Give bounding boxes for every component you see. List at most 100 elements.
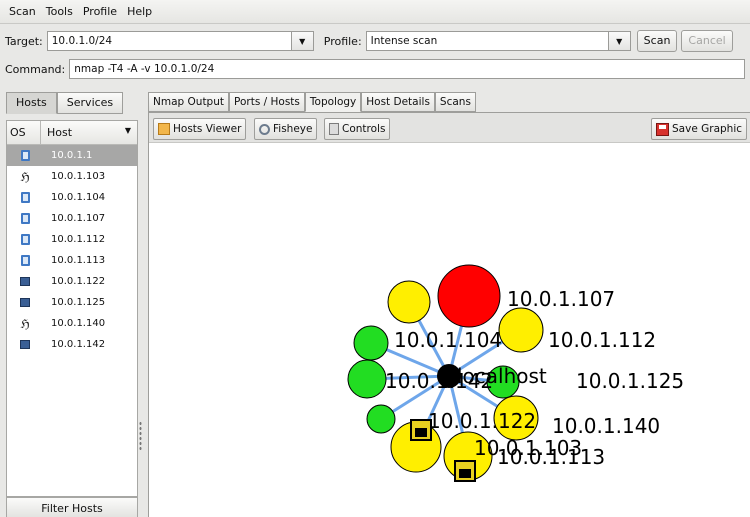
hosts-viewer-button[interactable]: Hosts Viewer: [153, 118, 247, 140]
menu-bar: Scan Tools Profile Help: [0, 0, 750, 24]
os-cell: [7, 192, 43, 203]
controls-icon: [329, 123, 339, 135]
host-row[interactable]: 10.0.1.112: [7, 229, 137, 250]
os-cell: ℌ: [7, 171, 43, 183]
pane-resize-grip[interactable]: [139, 421, 142, 451]
host-row[interactable]: 10.0.1.1: [7, 145, 137, 166]
host-list: OS Host ▼ 10.0.1.1 ℌ 10.0.1.103 10.0.1.104 10…: [6, 120, 138, 497]
filter-hosts-button[interactable]: Filter Hosts: [6, 497, 138, 517]
target-label: Target:: [5, 34, 43, 48]
topology-panel: Hosts Viewer Fisheye Controls Save Graph…: [148, 112, 750, 517]
menu-help[interactable]: Help: [122, 5, 157, 18]
mac-os-icon: [20, 213, 30, 224]
node-label: 10.0.1.107: [507, 287, 615, 311]
host-list-header: OS Host ▼: [7, 121, 137, 145]
host-name: 10.0.1.104: [51, 192, 106, 203]
host-name: 10.0.1.107: [51, 213, 106, 224]
profile-select[interactable]: Intense scan: [365, 31, 609, 51]
host-node[interactable]: [498, 307, 544, 353]
magnifier-icon: [259, 123, 270, 135]
tab-hosts[interactable]: Hosts: [6, 92, 57, 114]
linux-tux-icon: ℌ: [20, 316, 30, 331]
profile-label: Profile:: [323, 34, 362, 48]
os-cell: [7, 150, 43, 161]
cancel-button[interactable]: Cancel: [681, 30, 733, 52]
host-row[interactable]: 10.0.1.122: [7, 271, 137, 292]
hosts-viewer-icon: [158, 123, 170, 135]
node-label: 10.0.1.122: [428, 409, 536, 433]
host-row[interactable]: 10.0.1.104: [7, 187, 137, 208]
hosts-panel: Hosts Services OS Host ▼ 10.0.1.1 ℌ 10.0.1.…: [0, 86, 142, 517]
host-name: 10.0.1.125: [51, 297, 106, 308]
node-label: 10.0.1.140: [552, 414, 660, 438]
main-tabs: Nmap Output Ports / Hosts Topology Host …: [148, 92, 476, 112]
command-label: Command:: [5, 62, 66, 76]
target-dropdown-button[interactable]: ▼: [291, 31, 314, 51]
hosts-viewer-label: Hosts Viewer: [173, 123, 242, 135]
os-cell: [7, 298, 43, 307]
menu-tools[interactable]: Tools: [41, 5, 78, 18]
os-cell: [7, 213, 43, 224]
controls-button[interactable]: Controls: [324, 118, 391, 140]
tab-host-details[interactable]: Host Details: [361, 92, 435, 112]
node-label: 10.0.1.104: [394, 328, 502, 352]
column-os[interactable]: OS: [7, 121, 41, 144]
node-label: 10.0.1.112: [548, 328, 656, 352]
host-row[interactable]: ℌ 10.0.1.103: [7, 166, 137, 187]
tab-services[interactable]: Services: [56, 92, 124, 114]
tab-scans[interactable]: Scans: [434, 92, 476, 112]
windows-icon: [20, 277, 30, 286]
topology-toolbar: Hosts Viewer Fisheye Controls Save Graph…: [149, 113, 750, 143]
host-name: 10.0.1.122: [51, 276, 106, 287]
host-name: 10.0.1.1: [51, 150, 93, 161]
target-input[interactable]: 10.0.1.0/24: [46, 31, 292, 51]
host-row[interactable]: ℌ 10.0.1.140: [7, 313, 137, 334]
scan-button[interactable]: Scan: [636, 30, 678, 52]
command-row: Command: nmap -T4 -A -v 10.0.1.0/24: [0, 57, 750, 81]
host-rows: 10.0.1.1 ℌ 10.0.1.103 10.0.1.104 10.0.1.107 1…: [7, 145, 137, 355]
host-node[interactable]: [366, 404, 396, 434]
windows-icon: [20, 298, 30, 307]
tab-nmap-output[interactable]: Nmap Output: [148, 92, 229, 112]
column-host[interactable]: Host ▼: [41, 121, 137, 144]
os-cell: [7, 234, 43, 245]
command-input[interactable]: nmap -T4 -A -v 10.0.1.0/24: [69, 59, 746, 79]
profile-dropdown-button[interactable]: ▼: [608, 31, 631, 51]
chevron-down-icon: ▼: [616, 36, 623, 46]
column-host-label: Host: [47, 126, 73, 139]
topology-graph[interactable]: 10.0.1.10710.0.1.11210.0.1.10410.0.1.142…: [149, 143, 750, 517]
tab-topology[interactable]: Topology: [304, 92, 362, 112]
host-node[interactable]: [437, 264, 501, 328]
fisheye-label: Fisheye: [273, 123, 313, 135]
host-name: 10.0.1.103: [51, 171, 106, 182]
tab-ports-hosts[interactable]: Ports / Hosts: [229, 92, 305, 112]
host-row[interactable]: 10.0.1.107: [7, 208, 137, 229]
host-row[interactable]: 10.0.1.125: [7, 292, 137, 313]
os-cell: ℌ: [7, 318, 43, 330]
save-graphic-button[interactable]: Save Graphic: [651, 118, 748, 140]
fisheye-button[interactable]: Fisheye: [254, 118, 318, 140]
target-row: Target: 10.0.1.0/24 ▼ Profile: Intense s…: [0, 28, 750, 54]
controls-label: Controls: [342, 123, 386, 135]
host-name: 10.0.1.140: [51, 318, 106, 329]
mac-os-icon: [20, 234, 30, 245]
mac-os-icon: [20, 192, 30, 203]
host-name: 10.0.1.113: [51, 255, 106, 266]
menu-scan[interactable]: Scan: [4, 5, 41, 18]
left-tabs: Hosts Services: [6, 92, 124, 114]
chevron-down-icon: ▼: [299, 36, 306, 46]
host-node[interactable]: [347, 359, 387, 399]
host-name: 10.0.1.142: [51, 339, 106, 350]
os-cell: [7, 340, 43, 349]
chevron-down-icon: ▼: [124, 126, 131, 135]
os-cell: [7, 255, 43, 266]
node-label: 10.0.1.113: [497, 445, 605, 469]
windows-icon: [20, 340, 30, 349]
host-node[interactable]: [353, 325, 389, 361]
host-row[interactable]: 10.0.1.113: [7, 250, 137, 271]
localhost-label: localhost: [457, 364, 547, 388]
menu-profile[interactable]: Profile: [78, 5, 122, 18]
host-row[interactable]: 10.0.1.142: [7, 334, 137, 355]
host-node[interactable]: [387, 280, 431, 324]
firewall-icon: [454, 460, 476, 482]
